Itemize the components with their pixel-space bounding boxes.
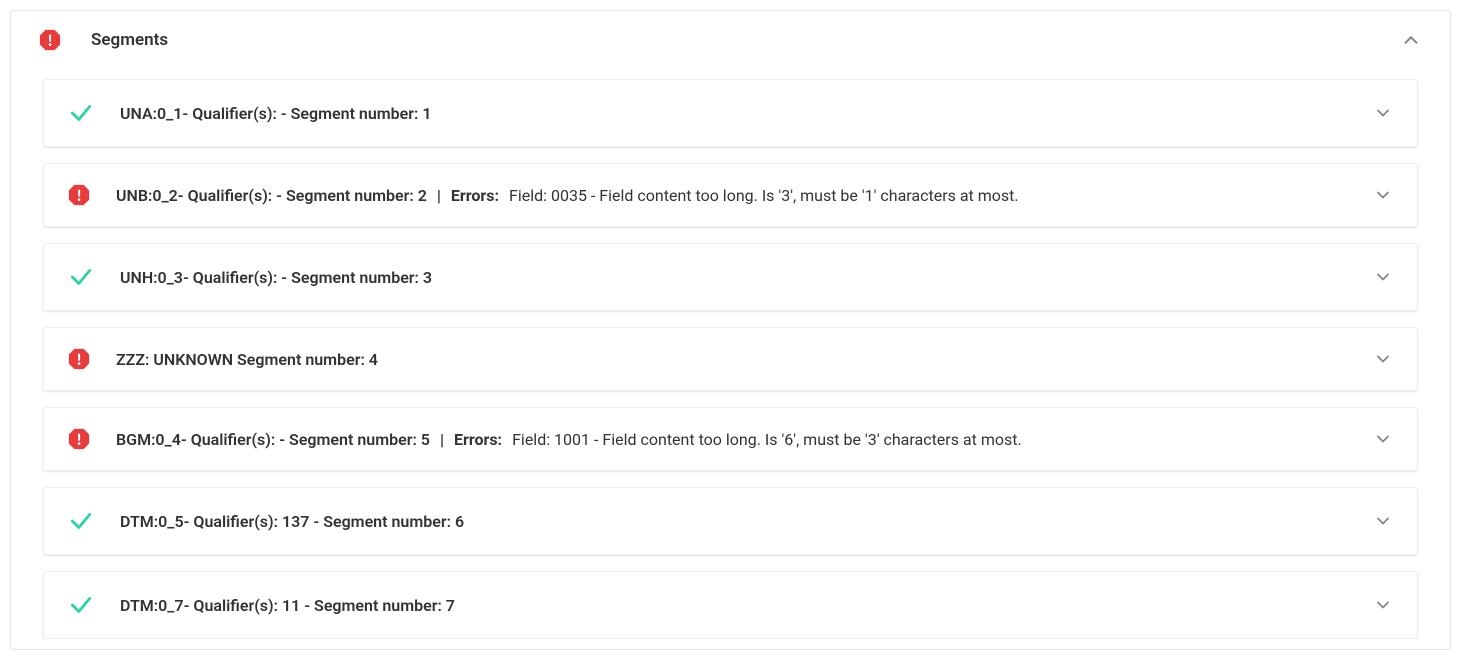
segment-text: BGM:0_4- Qualifier(s): - Segment number:…	[116, 430, 1361, 449]
errors-label: Errors:	[454, 430, 502, 449]
segment-text: UNA:0_1- Qualifier(s): - Segment number:…	[120, 104, 1361, 123]
collapse-button[interactable]	[1400, 29, 1422, 51]
chevron-up-icon	[1400, 29, 1422, 51]
segment-text: UNH:0_3- Qualifier(s): - Segment number:…	[120, 268, 1361, 287]
segments-panel: Segments UNA:0_1- Qualifier(s): - Segmen…	[10, 10, 1451, 650]
error-icon	[68, 428, 90, 450]
error-icon	[68, 184, 90, 206]
segment-title: UNH:0_3- Qualifier(s): - Segment number:…	[120, 268, 432, 287]
check-icon	[68, 264, 94, 290]
panel-header: Segments	[11, 11, 1450, 79]
segment-row[interactable]: UNA:0_1- Qualifier(s): - Segment number:…	[43, 79, 1418, 147]
chevron-down-icon	[1373, 511, 1393, 531]
segment-row[interactable]: DTM:0_5- Qualifier(s): 137 - Segment num…	[43, 487, 1418, 555]
errors-label: Errors:	[451, 186, 499, 205]
error-icon	[68, 348, 90, 370]
segment-list: UNA:0_1- Qualifier(s): - Segment number:…	[11, 79, 1450, 639]
error-detail: Field: 1001 - Field content too long. Is…	[512, 430, 1022, 449]
segment-text: DTM:0_7- Qualifier(s): 11 - Segment numb…	[120, 596, 1361, 615]
chevron-down-icon	[1373, 595, 1393, 615]
segment-row[interactable]: DTM:0_7- Qualifier(s): 11 - Segment numb…	[43, 571, 1418, 639]
chevron-down-icon	[1373, 267, 1393, 287]
check-icon	[68, 592, 94, 618]
chevron-down-icon	[1373, 185, 1393, 205]
panel-title: Segments	[91, 30, 168, 50]
segment-row[interactable]: BGM:0_4- Qualifier(s): - Segment number:…	[43, 407, 1418, 471]
segment-text: DTM:0_5- Qualifier(s): 137 - Segment num…	[120, 512, 1361, 531]
segment-title: UNB:0_2- Qualifier(s): - Segment number:…	[116, 186, 427, 205]
error-icon	[39, 29, 61, 51]
chevron-down-icon	[1373, 429, 1393, 449]
segment-title: BGM:0_4- Qualifier(s): - Segment number:…	[116, 430, 430, 449]
segment-row[interactable]: UNH:0_3- Qualifier(s): - Segment number:…	[43, 243, 1418, 311]
chevron-down-icon	[1373, 103, 1393, 123]
error-detail: Field: 0035 - Field content too long. Is…	[509, 186, 1019, 205]
separator: |	[440, 430, 444, 449]
segment-row[interactable]: ZZZ: UNKNOWN Segment number: 4	[43, 327, 1418, 391]
segment-title: ZZZ: UNKNOWN Segment number: 4	[116, 350, 378, 369]
separator: |	[437, 186, 441, 205]
segment-row[interactable]: UNB:0_2- Qualifier(s): - Segment number:…	[43, 163, 1418, 227]
segment-title: DTM:0_5- Qualifier(s): 137 - Segment num…	[120, 512, 464, 531]
check-icon	[68, 508, 94, 534]
check-icon	[68, 100, 94, 126]
segment-title: DTM:0_7- Qualifier(s): 11 - Segment numb…	[120, 596, 455, 615]
segment-text: ZZZ: UNKNOWN Segment number: 4	[116, 350, 1361, 369]
segment-title: UNA:0_1- Qualifier(s): - Segment number:…	[120, 104, 432, 123]
segment-text: UNB:0_2- Qualifier(s): - Segment number:…	[116, 186, 1361, 205]
chevron-down-icon	[1373, 349, 1393, 369]
